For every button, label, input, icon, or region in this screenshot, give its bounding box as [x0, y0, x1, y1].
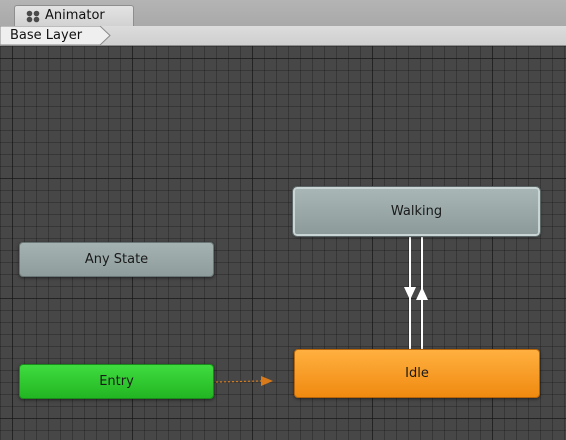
entry-transition-arrow-icon	[261, 376, 273, 386]
animator-icon	[26, 10, 40, 23]
state-machine-graph[interactable]: Any State Entry Walking Idle	[0, 46, 566, 440]
transition-down-arrow-icon	[404, 287, 416, 300]
state-idle-label: Idle	[405, 366, 429, 381]
state-idle[interactable]: Idle	[294, 349, 540, 398]
window-tabstrip: Animator	[0, 0, 566, 26]
state-any-state-label: Any State	[84, 252, 149, 267]
state-entry[interactable]: Entry	[19, 364, 214, 399]
animator-tab[interactable]: Animator	[14, 5, 134, 26]
state-walking[interactable]: Walking	[292, 186, 541, 237]
breadcrumb-base-layer[interactable]: Base Layer	[10, 28, 82, 43]
state-entry-label: Entry	[99, 374, 134, 389]
entry-transition-line[interactable]	[215, 380, 262, 383]
state-walking-label: Walking	[390, 204, 443, 219]
transition-up-arrow-icon	[416, 287, 428, 300]
state-any-state[interactable]: Any State	[19, 242, 214, 277]
breadcrumb: Base Layer	[0, 26, 566, 46]
tab-title: Animator	[45, 8, 105, 23]
